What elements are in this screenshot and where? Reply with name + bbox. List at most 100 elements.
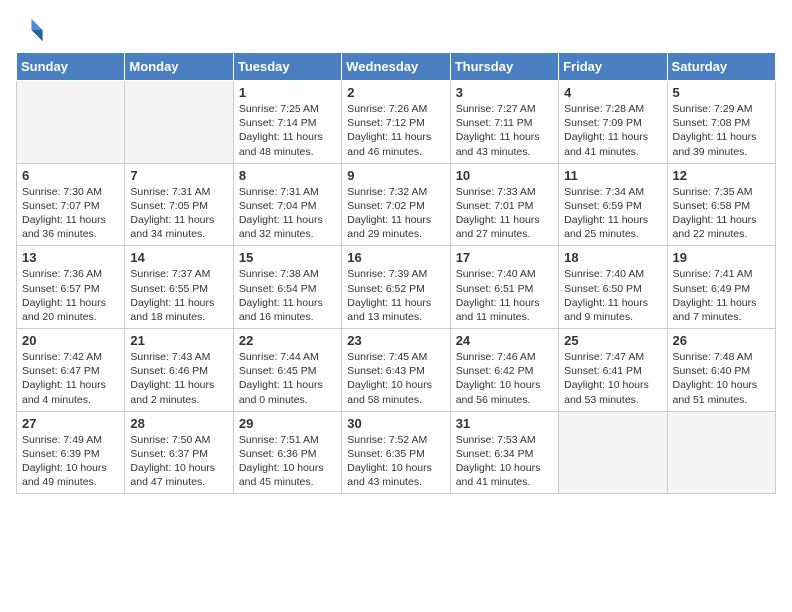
calendar-day xyxy=(667,411,775,494)
calendar-day: 11 Sunrise: 7:34 AMSunset: 6:59 PMDayligh… xyxy=(559,163,667,246)
calendar-day: 2 Sunrise: 7:26 AMSunset: 7:12 PMDaylight… xyxy=(342,81,450,164)
calendar-day: 12Sunrise: 7:35 AMSunset: 6:58 PMDayligh… xyxy=(667,163,775,246)
day-number: 28 xyxy=(130,416,227,431)
calendar-day: 9Sunrise: 7:32 AMSunset: 7:02 PMDaylight… xyxy=(342,163,450,246)
calendar-day xyxy=(17,81,125,164)
day-number: 21 xyxy=(130,333,227,348)
calendar-week: 27Sunrise: 7:49 AMSunset: 6:39 PMDayligh… xyxy=(17,411,776,494)
calendar-day: 14Sunrise: 7:37 AMSunset: 6:55 PMDayligh… xyxy=(125,246,233,329)
day-number: 25 xyxy=(564,333,661,348)
day-header: Wednesday xyxy=(342,53,450,81)
day-number: 11 xyxy=(564,168,661,183)
calendar-day: 23Sunrise: 7:45 AMSunset: 6:43 PMDayligh… xyxy=(342,329,450,412)
day-header: Friday xyxy=(559,53,667,81)
logo xyxy=(16,16,48,44)
calendar-day: 31 Sunrise: 7:53 AMSunset: 6:34 PMDayligh… xyxy=(450,411,558,494)
day-number: 24 xyxy=(456,333,553,348)
calendar-day: 8 Sunrise: 7:31 AMSunset: 7:04 PMDaylight… xyxy=(233,163,341,246)
calendar-day: 21 Sunrise: 7:43 AMSunset: 6:46 PMDayligh… xyxy=(125,329,233,412)
calendar-week: 20 Sunrise: 7:42 AMSunset: 6:47 PMDayligh… xyxy=(17,329,776,412)
day-number: 19 xyxy=(673,250,770,265)
calendar-day: 28 Sunrise: 7:50 AMSunset: 6:37 PMDayligh… xyxy=(125,411,233,494)
logo-icon xyxy=(16,16,44,44)
day-detail: Sunrise: 7:45 AMSunset: 6:43 PMDaylight:… xyxy=(347,350,444,407)
day-detail: Sunrise: 7:25 AMSunset: 7:14 PMDaylight:… xyxy=(239,102,336,159)
day-number: 17 xyxy=(456,250,553,265)
day-detail: Sunrise: 7:44 AMSunset: 6:45 PMDaylight:… xyxy=(239,350,336,407)
day-detail: Sunrise: 7:43 AMSunset: 6:46 PMDaylight:… xyxy=(130,350,227,407)
day-detail: Sunrise: 7:27 AMSunset: 7:11 PMDaylight:… xyxy=(456,102,553,159)
day-number: 3 xyxy=(456,85,553,100)
calendar-day: 30 Sunrise: 7:52 AMSunset: 6:35 PMDayligh… xyxy=(342,411,450,494)
calendar-week: 6 Sunrise: 7:30 AMSunset: 7:07 PMDaylight… xyxy=(17,163,776,246)
calendar-week: 13 Sunrise: 7:36 AMSunset: 6:57 PMDayligh… xyxy=(17,246,776,329)
calendar-day: 27Sunrise: 7:49 AMSunset: 6:39 PMDayligh… xyxy=(17,411,125,494)
day-number: 12 xyxy=(673,168,770,183)
calendar-day: 16 Sunrise: 7:39 AMSunset: 6:52 PMDayligh… xyxy=(342,246,450,329)
day-detail: Sunrise: 7:26 AMSunset: 7:12 PMDaylight:… xyxy=(347,102,444,159)
day-number: 13 xyxy=(22,250,119,265)
day-number: 2 xyxy=(347,85,444,100)
calendar-day: 18 Sunrise: 7:40 AMSunset: 6:50 PMDayligh… xyxy=(559,246,667,329)
day-number: 8 xyxy=(239,168,336,183)
calendar-day xyxy=(125,81,233,164)
calendar-day: 5 Sunrise: 7:29 AMSunset: 7:08 PMDaylight… xyxy=(667,81,775,164)
calendar-day: 20 Sunrise: 7:42 AMSunset: 6:47 PMDayligh… xyxy=(17,329,125,412)
day-number: 1 xyxy=(239,85,336,100)
day-header: Thursday xyxy=(450,53,558,81)
day-detail: Sunrise: 7:31 AMSunset: 7:04 PMDaylight:… xyxy=(239,185,336,242)
day-detail: Sunrise: 7:34 AMSunset: 6:59 PMDaylight:… xyxy=(564,185,661,242)
day-number: 20 xyxy=(22,333,119,348)
day-detail: Sunrise: 7:42 AMSunset: 6:47 PMDaylight:… xyxy=(22,350,119,407)
day-number: 10 xyxy=(456,168,553,183)
day-number: 7 xyxy=(130,168,227,183)
calendar-day: 17Sunrise: 7:40 AMSunset: 6:51 PMDayligh… xyxy=(450,246,558,329)
day-number: 4 xyxy=(564,85,661,100)
calendar-day: 19 Sunrise: 7:41 AMSunset: 6:49 PMDayligh… xyxy=(667,246,775,329)
day-detail: Sunrise: 7:30 AMSunset: 7:07 PMDaylight:… xyxy=(22,185,119,242)
day-detail: Sunrise: 7:36 AMSunset: 6:57 PMDaylight:… xyxy=(22,267,119,324)
day-detail: Sunrise: 7:46 AMSunset: 6:42 PMDaylight:… xyxy=(456,350,553,407)
day-detail: Sunrise: 7:28 AMSunset: 7:09 PMDaylight:… xyxy=(564,102,661,159)
day-detail: Sunrise: 7:51 AMSunset: 6:36 PMDaylight:… xyxy=(239,433,336,490)
calendar-day: 10 Sunrise: 7:33 AMSunset: 7:01 PMDayligh… xyxy=(450,163,558,246)
day-number: 9 xyxy=(347,168,444,183)
day-number: 30 xyxy=(347,416,444,431)
calendar-week: 1 Sunrise: 7:25 AMSunset: 7:14 PMDaylight… xyxy=(17,81,776,164)
calendar-day: 3 Sunrise: 7:27 AMSunset: 7:11 PMDaylight… xyxy=(450,81,558,164)
day-header: Sunday xyxy=(17,53,125,81)
day-number: 16 xyxy=(347,250,444,265)
day-detail: Sunrise: 7:37 AMSunset: 6:55 PMDaylight:… xyxy=(130,267,227,324)
calendar-day: 4 Sunrise: 7:28 AMSunset: 7:09 PMDaylight… xyxy=(559,81,667,164)
day-header: Saturday xyxy=(667,53,775,81)
day-number: 26 xyxy=(673,333,770,348)
day-detail: Sunrise: 7:47 AMSunset: 6:41 PMDaylight:… xyxy=(564,350,661,407)
day-detail: Sunrise: 7:29 AMSunset: 7:08 PMDaylight:… xyxy=(673,102,770,159)
day-detail: Sunrise: 7:39 AMSunset: 6:52 PMDaylight:… xyxy=(347,267,444,324)
day-detail: Sunrise: 7:41 AMSunset: 6:49 PMDaylight:… xyxy=(673,267,770,324)
calendar-day: 26Sunrise: 7:48 AMSunset: 6:40 PMDayligh… xyxy=(667,329,775,412)
day-detail: Sunrise: 7:52 AMSunset: 6:35 PMDaylight:… xyxy=(347,433,444,490)
day-detail: Sunrise: 7:49 AMSunset: 6:39 PMDaylight:… xyxy=(22,433,119,490)
calendar-day: 22 Sunrise: 7:44 AMSunset: 6:45 PMDayligh… xyxy=(233,329,341,412)
day-number: 6 xyxy=(22,168,119,183)
day-number: 31 xyxy=(456,416,553,431)
calendar-day: 13 Sunrise: 7:36 AMSunset: 6:57 PMDayligh… xyxy=(17,246,125,329)
calendar-day: 6 Sunrise: 7:30 AMSunset: 7:07 PMDaylight… xyxy=(17,163,125,246)
day-number: 22 xyxy=(239,333,336,348)
calendar-day xyxy=(559,411,667,494)
day-number: 5 xyxy=(673,85,770,100)
day-detail: Sunrise: 7:38 AMSunset: 6:54 PMDaylight:… xyxy=(239,267,336,324)
day-detail: Sunrise: 7:31 AMSunset: 7:05 PMDaylight:… xyxy=(130,185,227,242)
calendar-day: 1 Sunrise: 7:25 AMSunset: 7:14 PMDaylight… xyxy=(233,81,341,164)
day-number: 18 xyxy=(564,250,661,265)
calendar-table: SundayMondayTuesdayWednesdayThursdayFrid… xyxy=(16,52,776,494)
day-detail: Sunrise: 7:53 AMSunset: 6:34 PMDaylight:… xyxy=(456,433,553,490)
day-number: 29 xyxy=(239,416,336,431)
day-detail: Sunrise: 7:50 AMSunset: 6:37 PMDaylight:… xyxy=(130,433,227,490)
page-header xyxy=(16,16,776,44)
day-detail: Sunrise: 7:40 AMSunset: 6:50 PMDaylight:… xyxy=(564,267,661,324)
day-detail: Sunrise: 7:33 AMSunset: 7:01 PMDaylight:… xyxy=(456,185,553,242)
calendar-day: 25 Sunrise: 7:47 AMSunset: 6:41 PMDayligh… xyxy=(559,329,667,412)
day-number: 15 xyxy=(239,250,336,265)
